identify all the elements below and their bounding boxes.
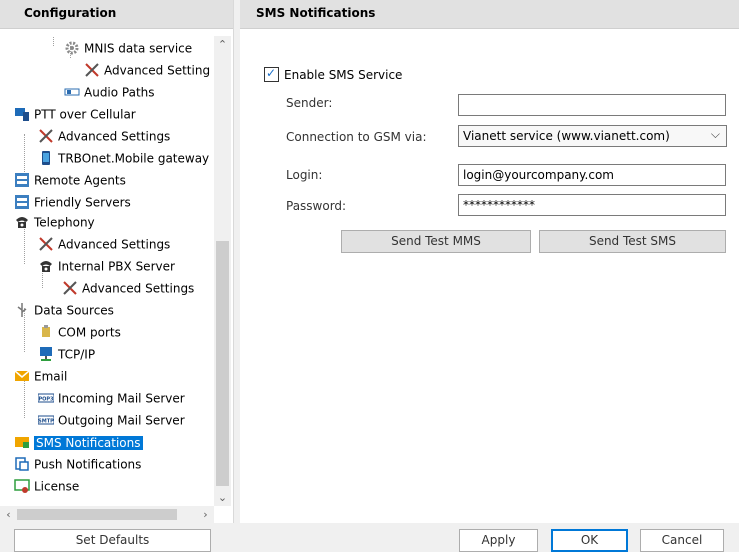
tree-item-label: License — [34, 479, 80, 494]
tree-item-label: Advanced Setting — [104, 63, 211, 78]
tree-item-label: Telephony — [34, 215, 95, 230]
tree-item-internal-pbx-server[interactable]: Internal PBX Server — [38, 256, 175, 276]
checkbox-checked-icon[interactable] — [264, 65, 279, 82]
mobile-icon — [42, 150, 50, 165]
sender-label: Sender: — [286, 96, 333, 110]
email-icon — [14, 369, 30, 381]
gsm-connection-select[interactable]: Vianett service (www.vianett.com) — [458, 124, 727, 147]
tools-icon — [85, 62, 99, 77]
tree-item-label: Advanced Settings — [58, 129, 171, 144]
sender-input[interactable] — [458, 94, 726, 116]
servers-icon — [15, 194, 29, 209]
audio-path-icon — [64, 88, 80, 95]
enable-sms-service-label: Enable SMS Service — [284, 67, 403, 82]
enable-sms-service-checkbox[interactable]: Enable SMS Service — [264, 65, 403, 82]
push-icon — [15, 456, 29, 471]
smtp-icon: SMTP — [38, 415, 54, 424]
tree-item-data-sources[interactable]: Data Sources — [14, 300, 114, 320]
pop3-icon: POP3 — [38, 393, 54, 402]
tree-item-ptt-advanced-settings[interactable]: Advanced Settings — [38, 126, 170, 146]
tree-item-friendly-servers[interactable]: Friendly Servers — [14, 192, 131, 212]
tree-item-label: Email — [34, 369, 68, 384]
scroll-down-icon[interactable]: ⌄ — [214, 489, 231, 506]
tree-item-label: Friendly Servers — [34, 195, 131, 210]
configuration-tree[interactable]: MNIS data service Advanced Setting Audio… — [0, 36, 214, 506]
password-input[interactable]: ************ — [458, 194, 726, 216]
scroll-thumb[interactable] — [216, 241, 229, 486]
telephone-icon — [16, 216, 28, 228]
tree-item-incoming-mail-server[interactable]: POP3 Incoming Mail Server — [38, 388, 185, 408]
send-test-mms-button[interactable]: Send Test MMS — [341, 230, 531, 253]
tools-icon — [39, 128, 53, 143]
tree-item-label: TCP/IP — [58, 347, 96, 362]
tree-horizontal-scrollbar[interactable]: ‹ › — [0, 506, 214, 523]
configuration-header: Configuration — [0, 0, 233, 29]
tree-item-label: Data Sources — [34, 303, 114, 318]
ok-button[interactable]: OK — [551, 529, 628, 552]
tree-item-com-ports[interactable]: COM ports — [38, 322, 121, 342]
usb-icon — [17, 302, 27, 317]
scroll-left-icon[interactable]: ‹ — [0, 506, 17, 523]
page-title: SMS Notifications — [256, 6, 376, 20]
configuration-panel: Configuration MNIS data service Advanced… — [0, 0, 234, 523]
remote-agents-icon — [15, 172, 29, 187]
tree-item-label: PTT over Cellular — [34, 107, 136, 122]
scroll-thumb[interactable] — [17, 509, 177, 520]
license-icon — [14, 478, 30, 493]
tree-item-mnis-advanced-setting[interactable]: Advanced Setting — [84, 60, 210, 80]
send-test-sms-button[interactable]: Send Test SMS — [539, 230, 726, 253]
cellular-icon — [15, 107, 29, 121]
gear-icon — [65, 41, 79, 54]
cancel-button[interactable]: Cancel — [640, 529, 724, 552]
svg-text:SMTP: SMTP — [38, 418, 54, 424]
tree-item-email[interactable]: Email — [14, 366, 67, 386]
tree-item-remote-agents[interactable]: Remote Agents — [14, 170, 126, 190]
tree-item-trbonet-mobile-gateway[interactable]: TRBOnet.Mobile gateway — [38, 148, 209, 168]
tree-item-label: Advanced Settings — [58, 237, 171, 252]
sms-icon — [15, 436, 29, 448]
tools-icon — [39, 236, 53, 251]
tree-item-label: Advanced Settings — [82, 281, 195, 296]
login-label: Login: — [286, 168, 323, 182]
gsm-connection-label: Connection to GSM via: — [286, 130, 427, 144]
tree-item-tcp-ip[interactable]: TCP/IP — [38, 344, 95, 364]
scroll-up-icon[interactable]: ⌃ — [214, 36, 231, 53]
login-input[interactable]: login@yourcompany.com — [458, 164, 726, 186]
tools-icon — [63, 280, 77, 295]
svg-text:POP3: POP3 — [38, 396, 54, 402]
tree-item-label: Internal PBX Server — [58, 259, 175, 274]
sms-notifications-header: SMS Notifications — [240, 0, 739, 29]
telephone-icon — [40, 260, 52, 272]
tree-item-license[interactable]: License — [14, 476, 79, 496]
tree-item-outgoing-mail-server[interactable]: SMTP Outgoing Mail Server — [38, 410, 185, 430]
tree-item-label: Audio Paths — [84, 85, 155, 100]
tree-item-audio-paths[interactable]: Audio Paths — [64, 82, 155, 102]
scroll-right-icon[interactable]: › — [197, 506, 214, 523]
tree-item-label: Remote Agents — [34, 173, 126, 188]
com-port-icon — [42, 324, 50, 337]
set-defaults-button[interactable]: Set Defaults — [14, 529, 211, 552]
tree-item-mnis-data-service[interactable]: MNIS data service — [64, 38, 192, 58]
tree-item-label: TRBOnet.Mobile gateway — [58, 151, 210, 166]
tree-item-label: COM ports — [58, 325, 121, 340]
tree-item-push-notifications[interactable]: Push Notifications — [14, 454, 141, 474]
tree-item-pbx-advanced-settings[interactable]: Advanced Settings — [62, 278, 194, 298]
tree-item-telephony-advanced-settings[interactable]: Advanced Settings — [38, 234, 170, 254]
tree-item-telephony[interactable]: Telephony — [14, 212, 95, 232]
tree-vertical-scrollbar[interactable]: ⌃ ⌄ — [214, 36, 231, 506]
tree-item-sms-notifications[interactable]: SMS Notifications — [14, 432, 143, 452]
network-icon — [40, 346, 52, 361]
tree-item-label: MNIS data service — [84, 41, 193, 56]
tree-item-label: Incoming Mail Server — [58, 391, 185, 406]
apply-button[interactable]: Apply — [459, 529, 538, 552]
tree-item-label: Outgoing Mail Server — [58, 413, 185, 428]
gsm-connection-value: Vianett service (www.vianett.com) — [463, 129, 670, 143]
tree-item-label: Push Notifications — [34, 457, 142, 472]
tree-item-label: SMS Notifications — [34, 435, 143, 450]
password-label: Password: — [286, 199, 347, 213]
tree-item-ptt-over-cellular[interactable]: PTT over Cellular — [14, 104, 136, 124]
configuration-title: Configuration — [24, 6, 117, 20]
